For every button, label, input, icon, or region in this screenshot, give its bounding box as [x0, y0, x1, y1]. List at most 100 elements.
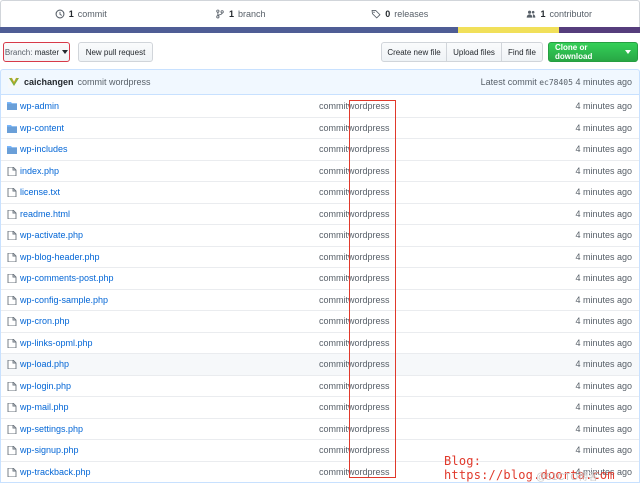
- file-icon: [7, 403, 17, 412]
- commits-stat[interactable]: 1 commit: [1, 1, 161, 27]
- commit-subject: wordpress: [348, 294, 390, 305]
- latest-commit-info: Latest commit ec78405 4 minutes ago: [481, 77, 632, 87]
- file-age: 4 minutes ago: [575, 230, 632, 241]
- file-name-link[interactable]: wp-comments-post.php: [20, 273, 114, 283]
- find-file-button[interactable]: Find file: [501, 42, 543, 62]
- file-icon: [7, 467, 17, 477]
- file-icon: [7, 231, 17, 240]
- commit-author[interactable]: caichangen: [24, 77, 74, 87]
- commit-message[interactable]: commit wordpress: [78, 77, 151, 87]
- commit-subject: wordpress: [348, 187, 390, 198]
- file-name-link[interactable]: index.php: [20, 166, 59, 176]
- file-age: 4 minutes ago: [575, 165, 632, 176]
- file-commit-message[interactable]: commitwordpress: [319, 209, 390, 219]
- commit-subject: wordpress: [348, 165, 390, 176]
- file-commit-message[interactable]: commitwordpress: [319, 187, 390, 197]
- file-icon: [7, 252, 17, 262]
- commit-word: commit: [319, 337, 348, 348]
- file-name-link[interactable]: wp-mail.php: [20, 402, 69, 412]
- latest-commit-label: Latest commit: [480, 77, 537, 87]
- file-name-link[interactable]: wp-content: [20, 123, 64, 133]
- file-commit-message[interactable]: commitwordpress: [319, 338, 390, 348]
- file-name-link[interactable]: wp-signup.php: [20, 445, 79, 455]
- file-age: 4 minutes ago: [575, 359, 632, 370]
- faint-watermark: @51CTO博客: [536, 472, 599, 483]
- file-icon: [7, 317, 17, 326]
- file-age: 4 minutes ago: [575, 251, 632, 262]
- language-bar[interactable]: [0, 27, 640, 33]
- file-icon: [7, 166, 17, 176]
- commit-word: commit: [319, 187, 348, 198]
- file-icon: [7, 424, 17, 434]
- contributors-count: 1: [540, 9, 546, 19]
- file-row: wp-links-opml.php commitwordpress 4 minute…: [1, 331, 639, 354]
- file-commit-message[interactable]: commitwordpress: [319, 381, 390, 391]
- file-commit-message[interactable]: commitwordpress: [319, 144, 390, 154]
- file-name-link[interactable]: wp-blog-header.php: [20, 252, 100, 262]
- file-age: 4 minutes ago: [575, 208, 632, 219]
- file-age: 4 minutes ago: [575, 122, 632, 133]
- commit-subject: wordpress: [348, 251, 390, 262]
- create-new-file-button[interactable]: Create new file: [381, 42, 447, 62]
- file-name-link[interactable]: wp-admin: [20, 101, 59, 111]
- file-name-link[interactable]: wp-activate.php: [20, 230, 83, 240]
- branch-icon: [216, 9, 224, 19]
- commit-word: commit: [319, 359, 348, 370]
- file-name-link[interactable]: wp-links-opml.php: [20, 338, 93, 348]
- upload-files-button[interactable]: Upload files: [446, 42, 502, 62]
- file-name-link[interactable]: wp-login.php: [20, 381, 71, 391]
- file-commit-message[interactable]: commitwordpress: [319, 166, 390, 176]
- file-list: wp-admin commitwordpress 4 minutes ago wp-c…: [0, 95, 640, 483]
- file-commit-message[interactable]: commitwordpress: [319, 359, 390, 369]
- new-pull-request-button[interactable]: New pull request: [78, 42, 153, 62]
- file-row: wp-login.php commitwordpress 4 minutes ago: [1, 374, 639, 397]
- file-commit-message[interactable]: commitwordpress: [319, 467, 390, 477]
- file-commit-message[interactable]: commitwordpress: [319, 101, 390, 111]
- file-age: 4 minutes ago: [575, 316, 632, 327]
- file-commit-message[interactable]: commitwordpress: [319, 295, 390, 305]
- commits-count: 1: [68, 9, 74, 19]
- file-commit-message[interactable]: commitwordpress: [319, 402, 390, 412]
- branches-stat[interactable]: 1 branch: [161, 1, 321, 27]
- commit-subject: wordpress: [348, 122, 390, 133]
- repo-stats-bar: 1 commit 1 branch 0 releases 1 contribut…: [0, 0, 640, 27]
- releases-stat[interactable]: 0 releases: [320, 1, 480, 27]
- commit-word: commit: [319, 466, 348, 477]
- people-icon: [527, 10, 536, 18]
- file-commit-message[interactable]: commitwordpress: [319, 445, 390, 455]
- file-commit-message[interactable]: commitwordpress: [319, 252, 390, 262]
- file-actions-group: Create new file Upload files Find file: [381, 42, 543, 62]
- avatar[interactable]: [8, 76, 20, 88]
- file-row: wp-cron.php commitwordpress 4 minutes ago: [1, 310, 639, 332]
- file-row: wp-config-sample.php commitwordpress 4 min…: [1, 288, 639, 311]
- file-commit-message[interactable]: commitwordpress: [319, 316, 390, 326]
- file-commit-message[interactable]: commitwordpress: [319, 230, 390, 240]
- file-name-link[interactable]: wp-config-sample.php: [20, 295, 108, 305]
- file-commit-message[interactable]: commitwordpress: [319, 273, 390, 283]
- file-name-link[interactable]: wp-includes: [20, 144, 68, 154]
- commit-word: commit: [319, 294, 348, 305]
- clone-or-download-button[interactable]: Clone or download: [548, 42, 638, 62]
- file-name-link[interactable]: readme.html: [20, 209, 70, 219]
- file-row: wp-blog-header.php commitwordpress 4 minut…: [1, 245, 639, 268]
- file-age: 4 minutes ago: [575, 380, 632, 391]
- commit-word: commit: [319, 402, 348, 413]
- commit-sha[interactable]: ec78405: [539, 78, 573, 87]
- file-commit-message[interactable]: commitwordpress: [319, 424, 390, 434]
- branch-name: master: [34, 47, 60, 57]
- file-commit-message[interactable]: commitwordpress: [319, 123, 390, 133]
- file-name-link[interactable]: wp-cron.php: [20, 316, 70, 326]
- file-name-link[interactable]: wp-settings.php: [20, 424, 83, 434]
- commit-subject: wordpress: [348, 445, 390, 456]
- commit-word: commit: [319, 380, 348, 391]
- branch-select-button[interactable]: Branch: master: [3, 42, 70, 62]
- file-name-link[interactable]: wp-load.php: [20, 359, 69, 369]
- file-age: 4 minutes ago: [575, 187, 632, 198]
- folder-icon: [7, 102, 17, 110]
- contributors-stat[interactable]: 1 contributor: [480, 1, 640, 27]
- file-row: wp-admin commitwordpress 4 minutes ago: [1, 95, 639, 117]
- commit-subject: wordpress: [348, 423, 390, 434]
- file-icon: [7, 360, 17, 369]
- file-name-link[interactable]: wp-trackback.php: [20, 467, 91, 477]
- file-name-link[interactable]: license.txt: [20, 187, 60, 197]
